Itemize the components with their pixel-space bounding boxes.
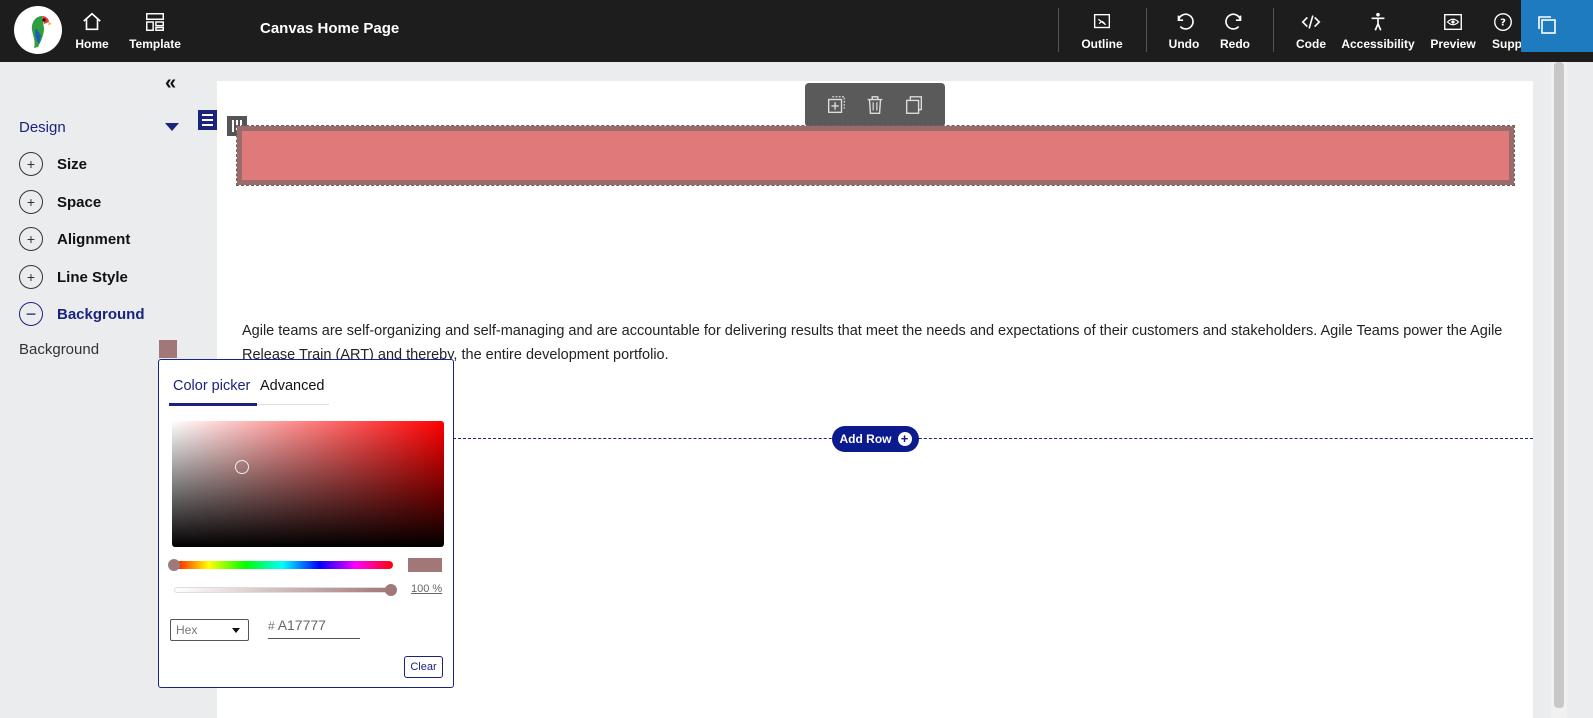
accordion-label: Background bbox=[57, 305, 145, 323]
toolbar-divider bbox=[1146, 8, 1147, 52]
chevron-down-icon[interactable] bbox=[165, 123, 179, 131]
hash-prefix: # bbox=[268, 619, 275, 633]
outline-icon bbox=[1093, 13, 1111, 29]
accordion-label: Line Style bbox=[57, 268, 128, 286]
outline-button[interactable]: Outline bbox=[1078, 0, 1126, 62]
home-icon bbox=[83, 12, 101, 31]
hex-value: A17777 bbox=[277, 617, 326, 633]
accordion-alignment[interactable]: + Alignment bbox=[19, 227, 130, 251]
accordion-label: Size bbox=[57, 155, 88, 173]
duplicate-icon[interactable] bbox=[903, 94, 925, 116]
row-menu-icon[interactable] bbox=[198, 110, 217, 130]
redo-label: Redo bbox=[1220, 37, 1250, 51]
background-color-swatch[interactable] bbox=[159, 340, 177, 358]
dropdown-arrow-icon bbox=[232, 628, 240, 633]
accordion-size[interactable]: + Size bbox=[19, 152, 87, 176]
home-label: Home bbox=[75, 37, 109, 51]
code-button[interactable]: Code bbox=[1291, 0, 1331, 62]
redo-button[interactable]: Redo bbox=[1215, 0, 1255, 62]
expand-icon: + bbox=[19, 265, 43, 289]
preview-button[interactable]: Preview bbox=[1428, 0, 1478, 62]
code-label: Code bbox=[1296, 37, 1326, 51]
multi-window-button[interactable] bbox=[1521, 0, 1593, 52]
color-picker-popover: Color picker Advanced 100 % Hex # A17777 … bbox=[158, 359, 454, 688]
row-separator bbox=[453, 438, 1533, 439]
accessibility-icon bbox=[1371, 12, 1385, 31]
undo-label: Undo bbox=[1168, 37, 1200, 51]
undo-button[interactable]: Undo bbox=[1164, 0, 1204, 62]
support-label: Supp bbox=[1492, 37, 1522, 51]
undo-icon bbox=[1177, 13, 1194, 30]
add-row-label: Add Row bbox=[839, 432, 892, 446]
collapse-sidebar-button[interactable]: « bbox=[165, 72, 176, 95]
copy-window-icon bbox=[1538, 16, 1556, 34]
tab-advanced[interactable]: Advanced bbox=[260, 378, 325, 394]
redo-icon bbox=[1225, 13, 1242, 30]
color-format-select[interactable]: Hex bbox=[170, 619, 249, 641]
app-logo[interactable] bbox=[14, 6, 62, 54]
hue-slider[interactable] bbox=[172, 561, 393, 569]
code-icon bbox=[1301, 15, 1321, 29]
active-tab-indicator bbox=[169, 403, 257, 406]
alpha-value[interactable]: 100 % bbox=[411, 583, 442, 595]
tab-color-picker[interactable]: Color picker bbox=[173, 378, 250, 394]
selected-divider-element[interactable] bbox=[236, 125, 1515, 186]
saturation-area[interactable] bbox=[172, 421, 444, 547]
help-icon: ? bbox=[1494, 13, 1512, 31]
alpha-slider-handle[interactable] bbox=[385, 584, 397, 596]
scrollbar-thumb[interactable] bbox=[1554, 62, 1564, 708]
color-format-value: Hex bbox=[176, 623, 198, 637]
page-title: Canvas Home Page bbox=[260, 20, 400, 37]
background-color-label: Background bbox=[19, 341, 100, 358]
add-element-icon[interactable] bbox=[825, 94, 847, 116]
hex-input[interactable]: # A17777 bbox=[268, 617, 360, 639]
color-preview-swatch bbox=[408, 558, 442, 572]
alpha-slider[interactable] bbox=[174, 587, 392, 593]
accordion-space[interactable]: + Space bbox=[19, 190, 101, 214]
template-label: Template bbox=[129, 37, 181, 51]
svg-text:?: ? bbox=[1500, 18, 1506, 29]
expand-icon: + bbox=[19, 227, 43, 251]
element-toolbar bbox=[805, 83, 945, 127]
outline-label: Outline bbox=[1081, 37, 1123, 51]
collapse-icon: − bbox=[19, 302, 43, 326]
add-row-button[interactable]: Add Row + bbox=[832, 426, 919, 452]
preview-icon bbox=[1444, 13, 1462, 31]
home-button[interactable]: Home bbox=[72, 0, 112, 62]
accessibility-button[interactable]: Accessibility bbox=[1341, 0, 1415, 62]
top-bar: Home Template Canvas Home Page Outline U… bbox=[0, 0, 1593, 62]
accordion-line-style[interactable]: + Line Style bbox=[19, 265, 128, 289]
expand-icon: + bbox=[19, 190, 43, 214]
expand-icon: + bbox=[19, 152, 43, 176]
design-section-title[interactable]: Design bbox=[19, 119, 66, 136]
accessibility-label: Accessibility bbox=[1341, 37, 1415, 51]
parrot-logo-icon bbox=[31, 16, 52, 48]
plus-circle-icon: + bbox=[897, 432, 912, 446]
accordion-label: Alignment bbox=[57, 230, 131, 248]
saturation-cursor[interactable] bbox=[235, 460, 249, 474]
template-icon bbox=[146, 13, 164, 31]
hue-slider-handle[interactable] bbox=[168, 559, 180, 571]
preview-label: Preview bbox=[1430, 37, 1476, 51]
accordion-background[interactable]: − Background bbox=[19, 302, 145, 326]
toolbar-divider bbox=[1058, 8, 1059, 52]
accordion-label: Space bbox=[57, 193, 102, 211]
template-button[interactable]: Template bbox=[128, 0, 182, 62]
delete-icon[interactable] bbox=[864, 94, 886, 116]
toolbar-divider bbox=[1273, 8, 1274, 52]
clear-button[interactable]: Clear bbox=[404, 656, 443, 678]
tab-divider bbox=[257, 404, 329, 405]
